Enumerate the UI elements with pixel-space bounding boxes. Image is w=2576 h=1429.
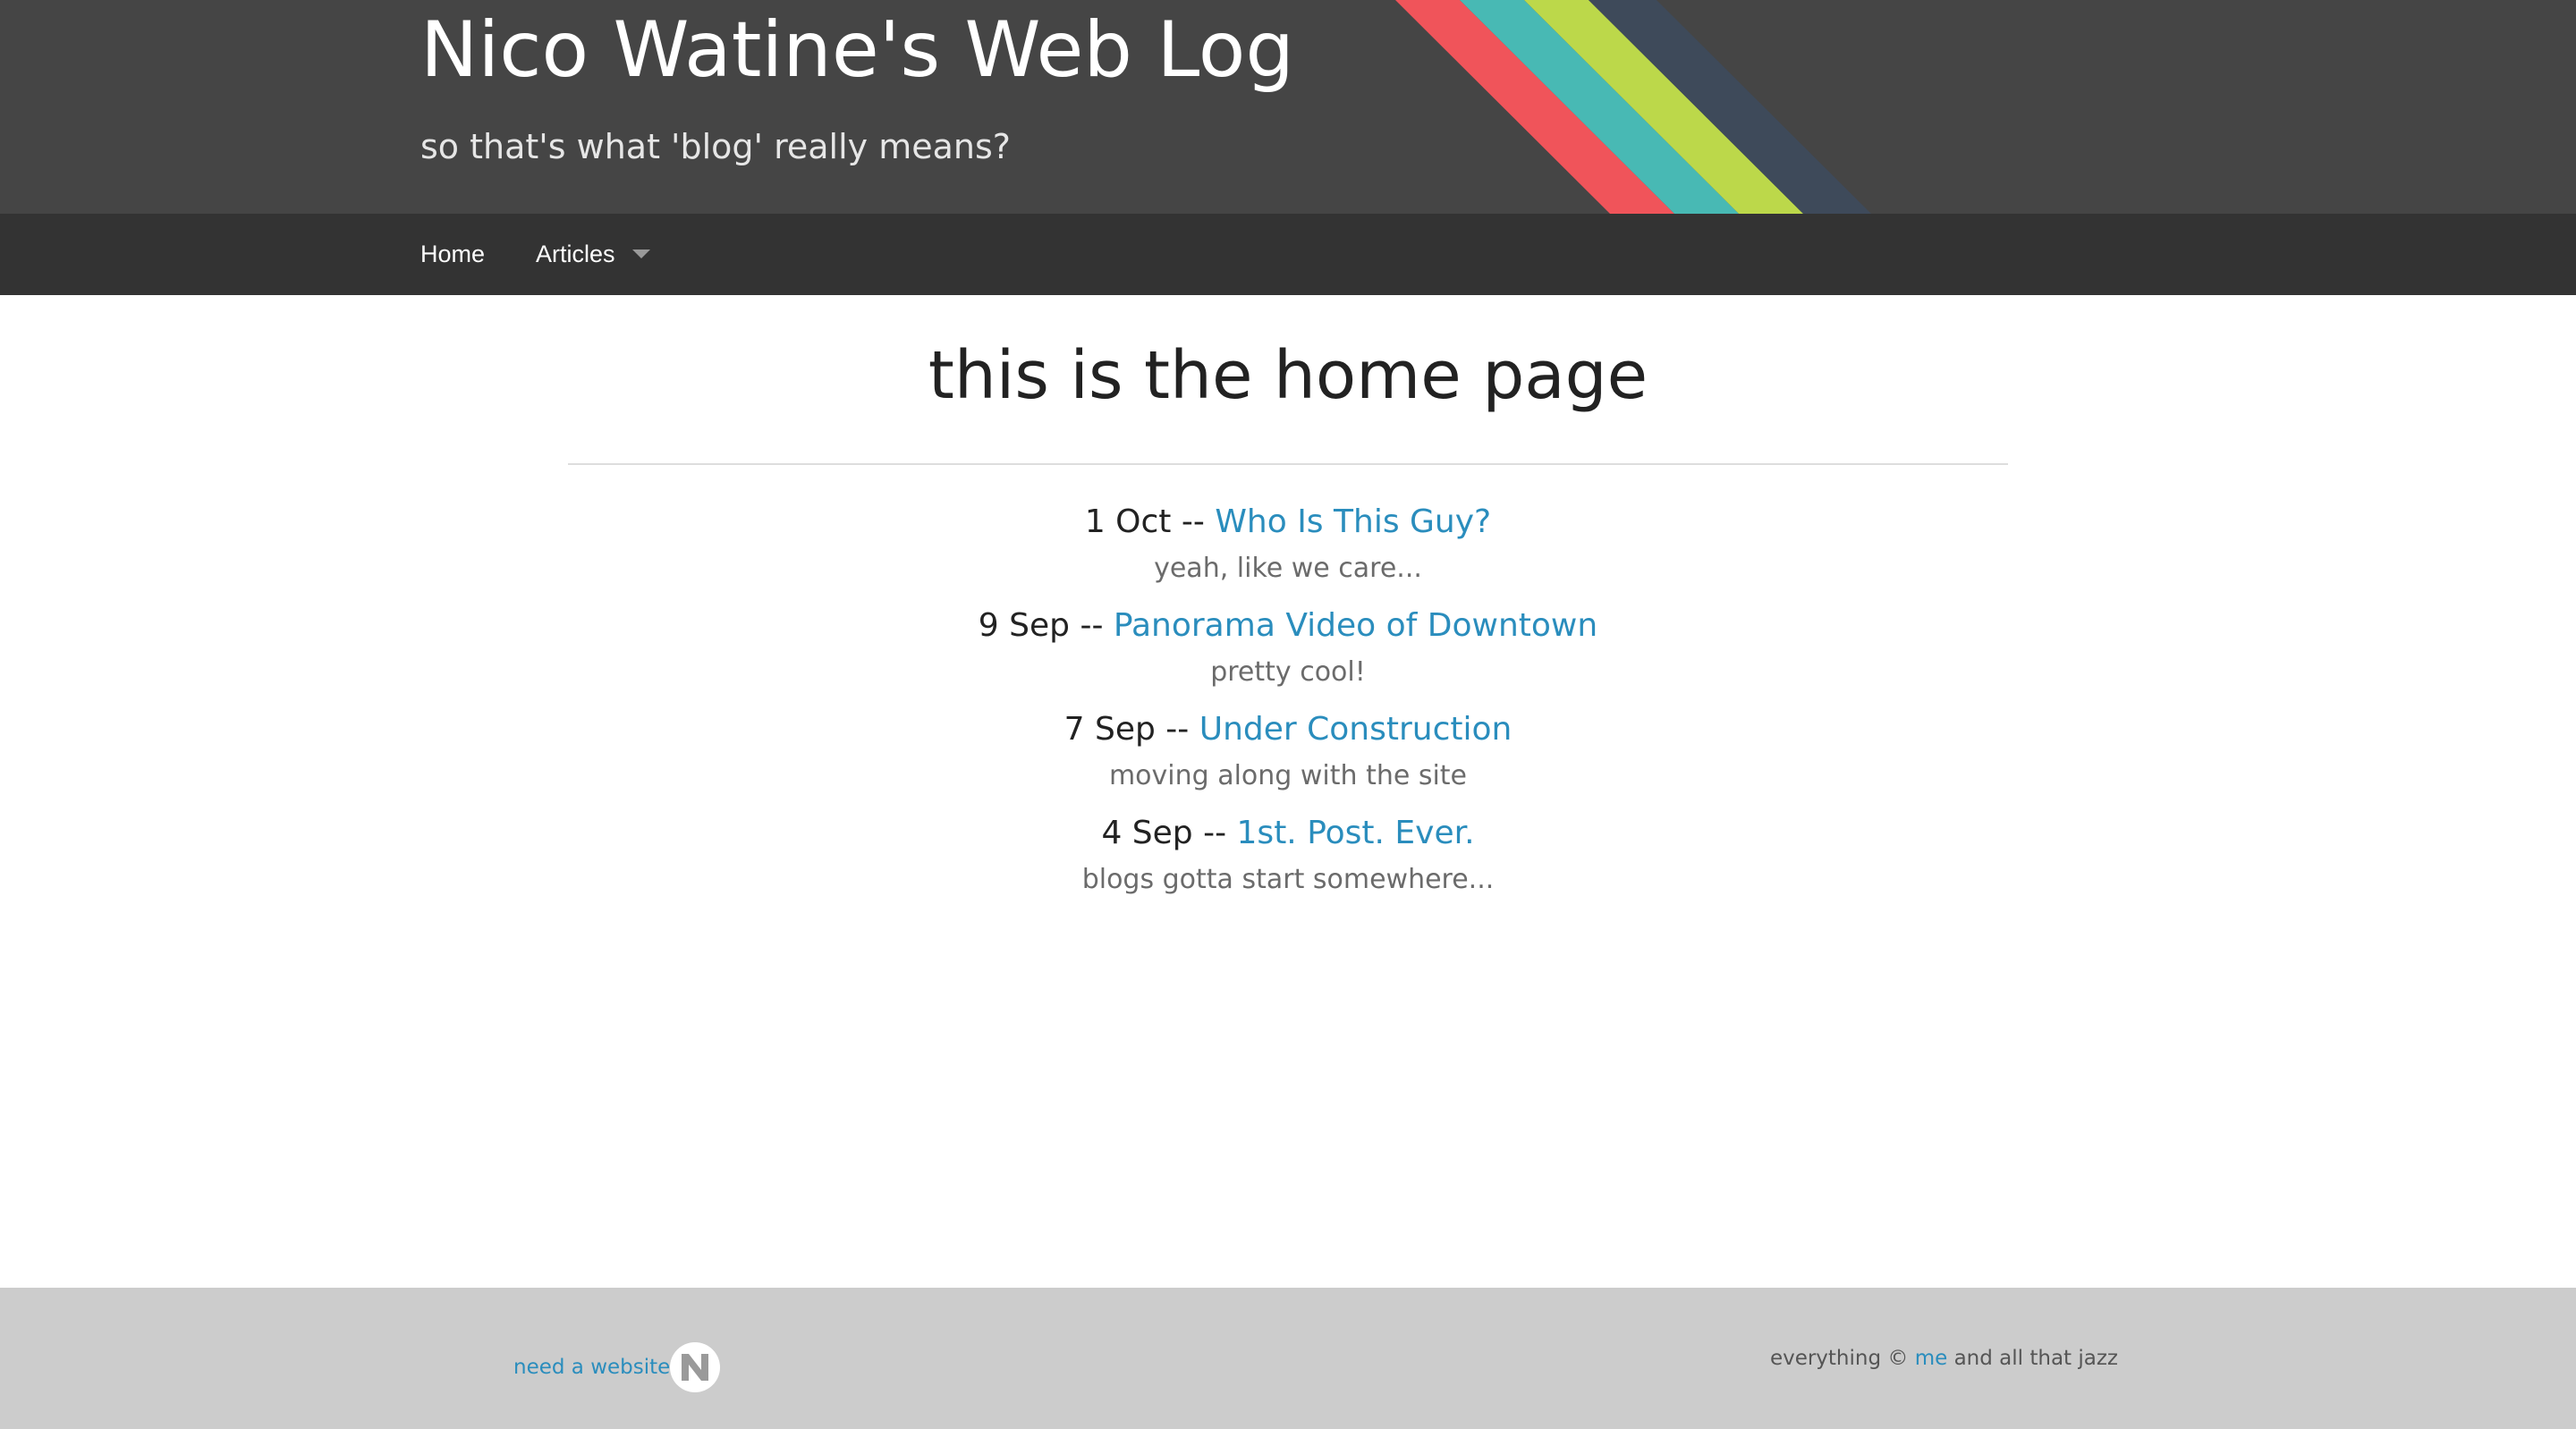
post-separator: -- bbox=[1181, 503, 1205, 540]
copyright-suffix: and all that jazz bbox=[1953, 1347, 2118, 1370]
n-logo-icon[interactable] bbox=[669, 1341, 721, 1393]
post-excerpt: moving along with the site bbox=[1108, 760, 1468, 791]
chevron-down-icon[interactable] bbox=[632, 249, 650, 258]
post-separator: -- bbox=[1080, 607, 1104, 644]
list-item: 7 Sep -- Under Construction moving along… bbox=[0, 706, 2576, 810]
need-website-link[interactable]: need a website? bbox=[513, 1356, 682, 1379]
post-date: 9 Sep bbox=[978, 607, 1070, 644]
nav-item-articles[interactable]: Articles bbox=[536, 214, 615, 295]
post-heading: 9 Sep -- Panorama Video of Downtown bbox=[0, 603, 2576, 649]
post-title-link[interactable]: Who Is This Guy? bbox=[1215, 503, 1491, 540]
list-item: 1 Oct -- Who Is This Guy? yeah, like we … bbox=[0, 499, 2576, 603]
list-item: 9 Sep -- Panorama Video of Downtown pret… bbox=[0, 603, 2576, 706]
main-nav: Home Articles bbox=[0, 214, 2576, 295]
copyright-text: everything © me and all that jazz bbox=[1770, 1347, 2118, 1370]
post-separator: -- bbox=[1203, 815, 1227, 851]
post-date: 4 Sep bbox=[1101, 815, 1193, 851]
post-separator: -- bbox=[1165, 711, 1190, 748]
post-excerpt: yeah, like we care... bbox=[1154, 553, 1422, 584]
divider bbox=[568, 463, 2008, 465]
copyright-me-link[interactable]: me bbox=[1915, 1347, 1948, 1370]
post-excerpt: blogs gotta start somewhere... bbox=[1081, 864, 1495, 895]
post-heading: 4 Sep -- 1st. Post. Ever. bbox=[0, 810, 2576, 857]
list-item: 4 Sep -- 1st. Post. Ever. blogs gotta st… bbox=[0, 810, 2576, 914]
post-date: 1 Oct bbox=[1084, 503, 1172, 540]
post-heading: 1 Oct -- Who Is This Guy? bbox=[0, 499, 2576, 545]
site-tagline: so that's what 'blog' really means? bbox=[420, 127, 1011, 166]
page-title: this is the home page bbox=[928, 337, 1648, 414]
site-header: Nico Watine's Web Log so that's what 'bl… bbox=[0, 0, 2576, 214]
post-heading: 7 Sep -- Under Construction bbox=[0, 706, 2576, 753]
post-list: 1 Oct -- Who Is This Guy? yeah, like we … bbox=[0, 499, 2576, 914]
post-title-link[interactable]: Panorama Video of Downtown bbox=[1114, 607, 1597, 644]
nav-item-home[interactable]: Home bbox=[420, 214, 485, 295]
site-title[interactable]: Nico Watine's Web Log bbox=[420, 5, 1294, 95]
site-footer: need a website? everything © me and all … bbox=[0, 1288, 2576, 1429]
post-excerpt: pretty cool! bbox=[1210, 656, 1366, 688]
post-title-link[interactable]: Under Construction bbox=[1199, 711, 1513, 748]
copyright-prefix: everything © bbox=[1769, 1347, 1909, 1370]
post-date: 7 Sep bbox=[1063, 711, 1156, 748]
post-title-link[interactable]: 1st. Post. Ever. bbox=[1237, 815, 1475, 851]
